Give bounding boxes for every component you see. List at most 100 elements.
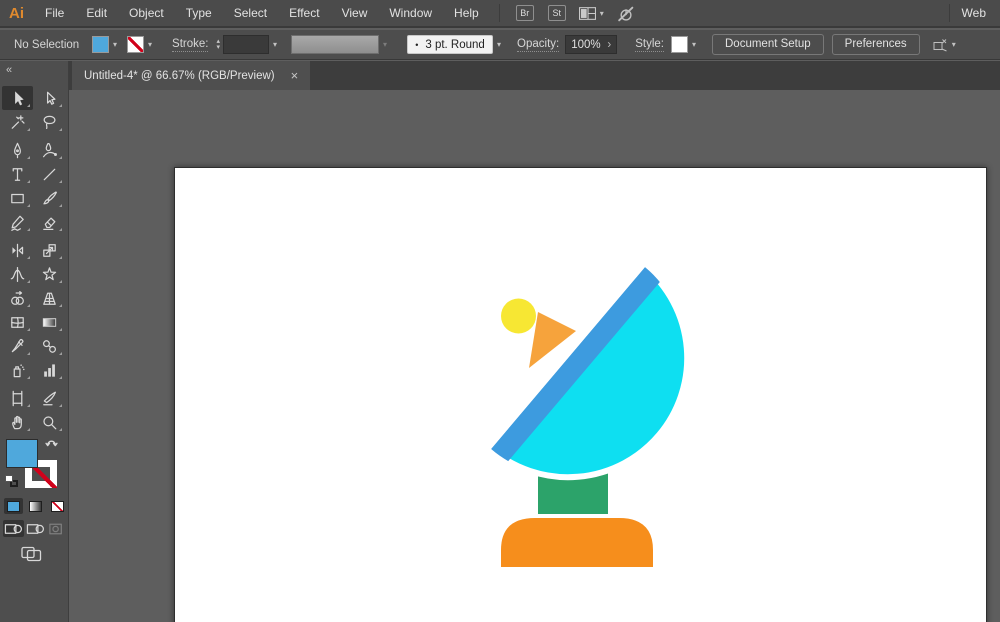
pen-tool[interactable] xyxy=(2,138,33,162)
dish-base[interactable] xyxy=(501,518,653,567)
opacity-panel-arrow-icon[interactable]: › xyxy=(607,39,611,51)
menu-type[interactable]: Type xyxy=(175,0,223,26)
document-tab-title: Untitled-4* @ 66.67% (RGB/Preview) xyxy=(84,69,275,82)
scale-tool[interactable] xyxy=(34,238,65,262)
draw-normal-button[interactable] xyxy=(3,520,24,537)
fill-proxy-swatch[interactable] xyxy=(6,439,38,468)
symbol-sprayer-tool[interactable] xyxy=(2,358,33,382)
screen-mode-icon xyxy=(21,546,42,562)
direct-selection-tool[interactable] xyxy=(34,86,65,110)
curvature-tool-icon xyxy=(42,142,57,157)
selection-tool[interactable] xyxy=(2,86,33,110)
artboard-tool-icon xyxy=(12,390,23,406)
rotate-tool[interactable] xyxy=(2,238,33,262)
column-graph-tool[interactable] xyxy=(34,358,65,382)
pen-tool-icon xyxy=(14,142,21,158)
artboard-tool[interactable] xyxy=(2,386,33,410)
menu-file[interactable]: File xyxy=(34,0,75,26)
artboard[interactable] xyxy=(174,167,987,622)
gradient-tool[interactable] xyxy=(34,310,65,334)
transform-chevron-icon[interactable]: ▾ xyxy=(952,40,956,49)
menu-select[interactable]: Select xyxy=(223,0,278,26)
menubar-divider xyxy=(498,4,500,22)
none-button[interactable] xyxy=(48,498,67,514)
blend-tool[interactable] xyxy=(34,334,65,358)
app-logo[interactable]: Ai xyxy=(0,5,34,22)
fill-color-swatch[interactable] xyxy=(92,36,109,53)
rectangle-tool[interactable] xyxy=(2,186,33,210)
opacity-field[interactable]: 100% › xyxy=(565,35,618,54)
opacity-label[interactable]: Opacity: xyxy=(517,37,560,52)
draw-behind-button[interactable] xyxy=(25,520,46,537)
document-setup-button[interactable]: Document Setup xyxy=(712,34,824,55)
eraser-tool[interactable] xyxy=(34,210,65,234)
width-tool[interactable] xyxy=(2,262,33,286)
signal-ball[interactable] xyxy=(501,298,536,334)
width-profile-chevron-icon: ▾ xyxy=(383,40,388,49)
perspective-grid-tool[interactable] xyxy=(34,286,65,310)
zoom-tool[interactable] xyxy=(34,410,65,434)
stroke-weight-stepper[interactable]: ▴ ▾ xyxy=(216,38,220,51)
transform-panel-icon xyxy=(933,38,947,51)
stroke-weight-field[interactable] xyxy=(222,35,269,54)
shape-builder-tool[interactable] xyxy=(2,286,33,310)
shaper-tool[interactable] xyxy=(2,210,33,234)
stroke-weight-label[interactable]: Stroke: xyxy=(172,37,209,52)
menu-window[interactable]: Window xyxy=(378,0,443,26)
mesh-tool[interactable] xyxy=(2,310,33,334)
stroke-color-swatch[interactable] xyxy=(127,36,145,53)
selection-tool-icon xyxy=(15,90,24,105)
document-tab[interactable]: Untitled-4* @ 66.67% (RGB/Preview) × xyxy=(72,61,311,90)
free-transform-tool[interactable] xyxy=(34,262,65,286)
gpu-performance-icon xyxy=(617,6,634,21)
chevron-down-icon: ▾ xyxy=(599,8,604,18)
color-button[interactable] xyxy=(4,498,23,514)
magic-wand-tool[interactable] xyxy=(2,110,33,134)
canvas-area[interactable] xyxy=(70,90,1000,622)
curvature-tool[interactable] xyxy=(34,138,65,162)
stock-button[interactable]: St xyxy=(547,5,566,21)
bridge-button[interactable]: Br xyxy=(515,5,534,21)
tab-close-icon[interactable]: × xyxy=(291,69,299,82)
transform-panel-button[interactable]: ▾ xyxy=(932,38,956,52)
menu-object[interactable]: Object xyxy=(118,0,175,26)
brush-bullet: • xyxy=(415,39,419,50)
symbol-sprayer-tool-icon xyxy=(13,363,25,377)
stroke-chevron-icon[interactable]: ▾ xyxy=(148,40,152,49)
paintbrush-tool[interactable] xyxy=(34,186,65,210)
stepper-down-icon[interactable]: ▾ xyxy=(216,44,220,51)
gpu-performance-button[interactable] xyxy=(616,5,635,22)
eyedropper-tool[interactable] xyxy=(2,334,33,358)
style-label[interactable]: Style: xyxy=(635,37,664,52)
type-tool-icon xyxy=(12,167,23,181)
slice-tool[interactable] xyxy=(34,386,65,410)
menu-effect[interactable]: Effect xyxy=(278,0,330,26)
main-menus: File Edit Object Type Select Effect View Window… xyxy=(34,0,490,26)
swap-fill-stroke-icon[interactable] xyxy=(45,437,58,451)
width-profile-dropdown xyxy=(291,35,379,54)
draw-behind-icon xyxy=(26,523,45,534)
screen-mode-button[interactable] xyxy=(21,546,42,566)
hand-tool[interactable] xyxy=(2,410,33,434)
gradient-button[interactable] xyxy=(26,498,45,514)
stroke-weight-chevron-icon[interactable]: ▾ xyxy=(273,40,277,49)
style-chevron-icon[interactable]: ▾ xyxy=(692,40,696,49)
draw-normal-icon xyxy=(4,523,23,534)
brush-definition-dropdown[interactable]: • 3 pt. Round xyxy=(407,35,494,54)
default-fill-stroke-icon[interactable] xyxy=(5,475,18,487)
workspace-switcher[interactable]: Web xyxy=(950,6,1000,20)
type-tool[interactable] xyxy=(2,162,33,186)
fill-chevron-icon[interactable]: ▾ xyxy=(113,40,117,49)
line-segment-tool[interactable] xyxy=(34,162,65,186)
mesh-tool-icon xyxy=(11,316,24,328)
menu-help[interactable]: Help xyxy=(443,0,490,26)
preferences-button[interactable]: Preferences xyxy=(831,34,920,55)
style-swatch[interactable] xyxy=(670,36,688,53)
menu-edit[interactable]: Edit xyxy=(75,0,118,26)
collapse-panel-icon[interactable]: « xyxy=(0,61,68,79)
brush-chevron-icon[interactable]: ▾ xyxy=(497,40,501,49)
lasso-tool[interactable] xyxy=(34,110,65,134)
direct-selection-tool-icon xyxy=(46,91,56,105)
menu-view[interactable]: View xyxy=(331,0,379,26)
arrange-documents-button[interactable]: ▾ xyxy=(578,6,604,20)
